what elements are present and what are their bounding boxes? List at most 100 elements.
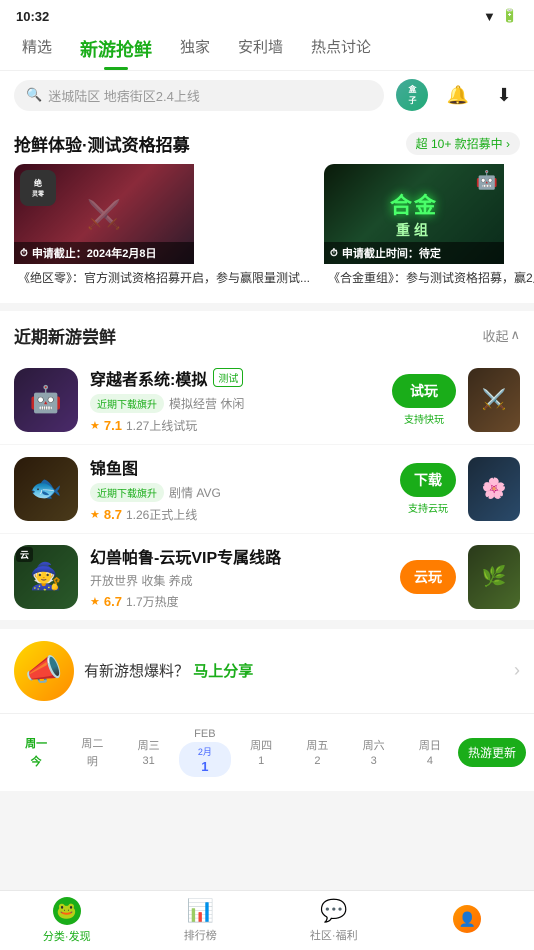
- nav-tabs: 精选 新游抢鲜 独家 安利墙 热点讨论: [0, 28, 534, 71]
- tab-featured[interactable]: 精选: [10, 28, 64, 70]
- bottom-nav: 🐸 分类·发现 📊 排行榜 💬 社区·福利 👤: [0, 890, 534, 950]
- hot-tag-crosser: 近期下载旗升: [90, 394, 164, 413]
- search-input-wrap[interactable]: 🔍 迷城陆区 地痞街区2.4上线: [14, 80, 384, 111]
- action-jinyu: 下载 支持云玩: [400, 463, 456, 515]
- game-thumb-jinyu[interactable]: 🐟: [14, 457, 78, 521]
- game-thumb-pallu[interactable]: 🧙 云: [14, 545, 78, 609]
- week-day-tuesday[interactable]: 周二 明: [64, 731, 120, 773]
- rating-jinyu: 8.7: [104, 507, 122, 522]
- week-sun-name: 周日: [404, 737, 456, 753]
- week-day-saturday[interactable]: 周六 3: [346, 733, 402, 771]
- week-mon-name: 周一: [10, 735, 62, 751]
- promo-text: 有新游想爆料？ 马上分享: [84, 660, 504, 681]
- week-feb-month: 2月: [185, 745, 225, 758]
- promo-link[interactable]: 马上分享: [193, 663, 253, 680]
- download-button-jinyu[interactable]: 下载: [400, 463, 456, 497]
- week-thu-name: 周四: [235, 737, 287, 753]
- hot-update-button[interactable]: 热游更新: [458, 738, 526, 767]
- stars-crosser: ★: [90, 419, 100, 432]
- search-action-icons: 盒子 🔔 ⬇: [396, 79, 520, 111]
- wifi-icon: ▼: [483, 9, 496, 24]
- search-magnifier-icon: 🔍: [26, 87, 42, 103]
- recruit-card-2[interactable]: 合金 重组 🤖 ⏱ 申请截止时间：待定 《合金重组》：参与测试资格招募，赢2月限…: [324, 164, 534, 291]
- week-mon-sub: 今: [10, 753, 62, 769]
- search-placeholder: 迷城陆区 地痞街区2.4上线: [48, 86, 200, 105]
- recruit-card-1[interactable]: ⚔️ 绝 灵零 ⏱ 申请截止：2024年2月8日 《绝区零》：官方测试资格招募开…: [14, 164, 314, 291]
- recent-section: 近期新游尝鲜 收起 ∧ 🤖 穿越者系统:模拟 测试 近期下载旗升 模拟经营 休闲: [0, 311, 534, 621]
- download-icon[interactable]: ⬇: [488, 79, 520, 111]
- side-preview-jinyu: 🌸: [468, 457, 520, 521]
- notification-icon[interactable]: 🔔: [442, 79, 474, 111]
- side-preview-crosser: ⚔️: [468, 368, 520, 432]
- side-preview-pallu: 🌿: [468, 545, 520, 609]
- week-tue-name: 周二: [66, 735, 118, 751]
- ranking-icon: 📊: [187, 898, 214, 924]
- week-feb-label: FEB: [179, 728, 231, 740]
- tab-recommend[interactable]: 安利墙: [226, 28, 295, 70]
- promo-arrow-icon: ›: [514, 660, 520, 681]
- stars-pallu: ★: [90, 595, 100, 608]
- game-info-crosser: 穿越者系统:模拟 测试 近期下载旗升 模拟经营 休闲 ★ 7.1 1.27上线试…: [90, 366, 380, 434]
- nav-item-ranking[interactable]: 📊 排行榜: [134, 891, 268, 950]
- week-sun-sub: 4: [404, 755, 456, 767]
- trial-button-crosser[interactable]: 试玩: [392, 374, 456, 408]
- nav-item-discover[interactable]: 🐸 分类·发现: [0, 891, 134, 950]
- promo-banner[interactable]: 📣 有新游想爆料？ 马上分享 ›: [0, 629, 534, 713]
- week-day-monday[interactable]: 周一 今: [8, 731, 64, 773]
- week-day-sunday[interactable]: 周日 4: [402, 733, 458, 771]
- action-sub-jinyu: 支持云玩: [408, 500, 448, 515]
- tab-new-games[interactable]: 新游抢鲜: [68, 28, 164, 70]
- card2-desc: 《合金重组》：参与测试资格招募，赢2月限量测试资格: [324, 264, 534, 291]
- rating-pallu: 6.7: [104, 594, 122, 609]
- hot-tag-jinyu: 近期下载旗升: [90, 483, 164, 502]
- week-wed-sub: 31: [123, 755, 175, 767]
- recruit-cards-scroll[interactable]: ⚔️ 绝 灵零 ⏱ 申请截止：2024年2月8日 《绝区零》：官方测试资格招募开…: [0, 164, 534, 303]
- collapse-button[interactable]: 收起 ∧: [482, 326, 520, 345]
- week-tue-sub: 明: [66, 753, 118, 769]
- game-info-pallu: 幻兽帕鲁-云玩VIP专属线路 开放世界 收集 养成 ★ 6.7 1.7万热度: [90, 544, 388, 610]
- collapse-label: 收起: [482, 326, 508, 345]
- rating-desc-pallu: 1.7万热度: [126, 593, 179, 610]
- promo-mascot: 📣: [14, 641, 74, 701]
- discover-icon: 🐸: [53, 897, 81, 925]
- battery-icon: 🔋: [502, 8, 518, 24]
- search-row: 🔍 迷城陆区 地痞街区2.4上线 盒子 🔔 ⬇: [0, 71, 534, 119]
- nav-label-ranking: 排行榜: [184, 927, 217, 943]
- recent-title: 近期新游尝鲜: [14, 323, 116, 348]
- nav-label-community: 社区·福利: [310, 927, 358, 943]
- recruit-badge-text: 超 10+ 款招募中 ›: [416, 137, 510, 151]
- divider-1: [0, 303, 534, 311]
- cloud-button-pallu[interactable]: 云玩: [400, 560, 456, 594]
- game-item-pallu: 🧙 云 幻兽帕鲁-云玩VIP专属线路 开放世界 收集 养成 ★ 6.7 1.7万…: [0, 534, 534, 621]
- week-day-thursday[interactable]: 周四 1: [233, 733, 289, 771]
- game-item-crosser: 🤖 穿越者系统:模拟 测试 近期下载旗升 模拟经营 休闲 ★ 7.1 1.27上…: [0, 356, 534, 445]
- game-name-jinyu: 锦鱼图: [90, 455, 138, 479]
- card2-deadline: 申请截止时间：待定: [342, 245, 441, 261]
- game-item-jinyu: 🐟 锦鱼图 近期下载旗升 剧情 AVG ★ 8.7 1.26正式上线 下载 支持…: [0, 445, 534, 534]
- game-thumb-crosser[interactable]: 🤖: [14, 368, 78, 432]
- rating-crosser: 7.1: [104, 418, 122, 433]
- week-day-friday[interactable]: 周五 2: [289, 733, 345, 771]
- tab-exclusive[interactable]: 独家: [168, 28, 222, 70]
- week-day-feb1[interactable]: FEB 2月 1: [177, 724, 233, 781]
- game-info-jinyu: 锦鱼图 近期下载旗升 剧情 AVG ★ 8.7 1.26正式上线: [90, 455, 388, 523]
- week-sat-sub: 3: [348, 755, 400, 767]
- week-day-wednesday[interactable]: 周三 31: [121, 733, 177, 771]
- cloud-badge-pallu: 云: [16, 547, 33, 562]
- nav-item-community[interactable]: 💬 社区·福利: [267, 891, 401, 950]
- week-fri-sub: 2: [291, 755, 343, 767]
- action-pallu: 云玩: [400, 560, 456, 594]
- user-avatar-icon[interactable]: 盒子: [396, 79, 428, 111]
- tab-discussion[interactable]: 热点讨论: [299, 28, 383, 70]
- week-bar: 周一 今 周二 明 周三 31 FEB 2月 1 周四 1 周五 2 周六: [0, 713, 534, 791]
- action-sub-crosser: 支持快玩: [404, 411, 444, 426]
- rating-desc-jinyu: 1.26正式上线: [126, 506, 197, 523]
- nav-item-profile[interactable]: 👤: [401, 891, 534, 950]
- week-sat-name: 周六: [348, 737, 400, 753]
- recruit-badge[interactable]: 超 10+ 款招募中 ›: [406, 132, 520, 155]
- genre-crosser: 模拟经营 休闲: [169, 395, 244, 412]
- recruit-section-header: 抢鲜体验·测试资格招募 超 10+ 款招募中 ›: [0, 119, 534, 164]
- time: 10:32: [16, 9, 49, 24]
- status-icons: ▼ 🔋: [483, 8, 518, 24]
- rating-desc-crosser: 1.27上线试玩: [126, 417, 197, 434]
